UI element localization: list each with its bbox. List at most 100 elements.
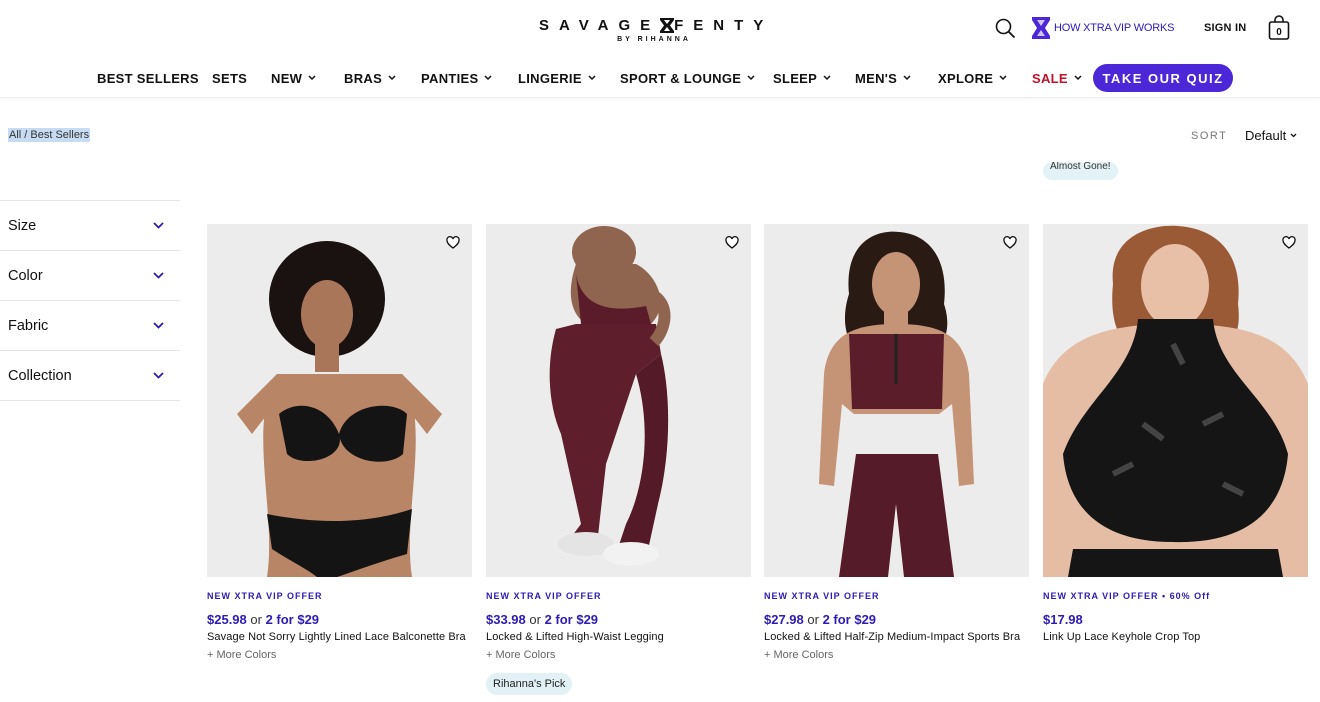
- breadcrumb-all-link[interactable]: All: [9, 129, 21, 141]
- price-value: $17.98: [1043, 612, 1083, 627]
- model-photo: [207, 224, 472, 577]
- price-or: or: [525, 612, 545, 627]
- nav-sport-lounge[interactable]: SPORT & LOUNGE: [620, 64, 755, 92]
- nav-xplore[interactable]: XPLORE: [938, 64, 1007, 92]
- sign-in-link[interactable]: SIGN IN: [1204, 14, 1246, 42]
- offer-label: NEW XTRA VIP OFFER: [764, 591, 880, 601]
- nav-label: BRAS: [344, 70, 383, 86]
- rihannas-pick-badge: Rihanna's Pick: [486, 673, 573, 695]
- nav-label: LINGERIE: [518, 70, 582, 86]
- product-price: $27.98 or 2 for $29: [764, 612, 1029, 627]
- price-deal: 2 for $29: [544, 612, 599, 627]
- filter-color[interactable]: Color: [0, 251, 180, 301]
- product-name[interactable]: Locked & Lifted High-Waist Legging: [486, 632, 751, 643]
- nav-lingerie[interactable]: LINGERIE: [518, 64, 596, 92]
- logo-savage: SAVAGE: [539, 16, 661, 34]
- price-value: $33.98: [486, 612, 526, 627]
- product-price: $17.98: [1043, 612, 1308, 627]
- product-image[interactable]: [764, 224, 1029, 577]
- offer-label: NEW XTRA VIP OFFER: [207, 591, 323, 601]
- chevron-down-icon: [1290, 133, 1297, 138]
- nav-mens[interactable]: MEN'S: [855, 64, 911, 92]
- almost-gone-badge: Almost Gone!: [1043, 162, 1118, 180]
- nav-sleep[interactable]: SLEEP: [773, 64, 831, 92]
- filter-label: Size: [8, 217, 37, 234]
- more-colors-link[interactable]: + More Colors: [207, 649, 472, 661]
- price-deal: 2 for $29: [265, 612, 320, 627]
- main-nav: BEST SELLERS SETS NEW BRAS PANTIES LINGE…: [0, 64, 1320, 92]
- product-card[interactable]: NEW XTRA VIP OFFER • 60% Off $17.98 Link…: [1043, 224, 1308, 643]
- search-icon: [995, 18, 1016, 38]
- nav-label: XPLORE: [938, 70, 994, 86]
- wishlist-heart-icon[interactable]: [725, 236, 739, 249]
- product-card[interactable]: NEW XTRA VIP OFFER $27.98 or 2 for $29 L…: [764, 224, 1029, 661]
- product-image[interactable]: [486, 224, 751, 577]
- breadcrumb: All / Best Sellers: [8, 128, 91, 142]
- filter-fabric[interactable]: Fabric: [0, 301, 180, 351]
- offer-label: NEW XTRA VIP OFFER: [486, 591, 602, 601]
- nav-new[interactable]: NEW: [271, 64, 316, 92]
- nav-label: NEW: [271, 70, 303, 86]
- offer-label: NEW XTRA VIP OFFER • 60% Off: [1043, 591, 1211, 601]
- chevron-down-icon: [153, 222, 164, 229]
- chevron-down-icon: [588, 75, 596, 81]
- price-or: or: [803, 612, 823, 627]
- xtra-vip-logo-icon: [1032, 17, 1050, 39]
- sort-dropdown[interactable]: Default: [1245, 128, 1297, 143]
- take-our-quiz-button[interactable]: TAKE OUR QUIZ: [1093, 64, 1233, 92]
- filter-label: Fabric: [8, 317, 49, 334]
- price-or: or: [246, 612, 266, 627]
- more-colors-link[interactable]: + More Colors: [764, 649, 1029, 661]
- product-name[interactable]: Locked & Lifted Half-Zip Medium-Impact S…: [764, 632, 1029, 643]
- product-name[interactable]: Link Up Lace Keyhole Crop Top: [1043, 632, 1308, 643]
- wishlist-heart-icon[interactable]: [1282, 236, 1296, 249]
- chevron-down-icon: [153, 322, 164, 329]
- nav-label: PANTIES: [421, 70, 479, 86]
- nav-label: BEST SELLERS: [97, 70, 199, 86]
- chevron-down-icon: [823, 75, 831, 81]
- breadcrumb-current: Best Sellers: [30, 129, 90, 141]
- more-colors-link[interactable]: + More Colors: [486, 649, 751, 661]
- product-name[interactable]: Savage Not Sorry Lightly Lined Lace Balc…: [207, 632, 472, 643]
- chevron-down-icon: [388, 75, 396, 81]
- chevron-down-icon: [153, 272, 164, 279]
- search-button[interactable]: [995, 14, 1019, 42]
- wishlist-heart-icon[interactable]: [446, 236, 460, 249]
- product-price: $33.98 or 2 for $29: [486, 612, 751, 627]
- model-photo: [764, 224, 1029, 577]
- nav-label: SETS: [212, 70, 248, 86]
- nav-bras[interactable]: BRAS: [344, 64, 396, 92]
- logo-fenty: FENTY: [674, 16, 774, 34]
- filter-collection[interactable]: Collection: [0, 351, 180, 401]
- nav-label: SPORT & LOUNGE: [620, 70, 742, 86]
- chevron-down-icon: [903, 75, 911, 81]
- model-photo: [1043, 224, 1308, 577]
- nav-best-sellers[interactable]: BEST SELLERS: [97, 64, 199, 92]
- shopping-bag-icon: 0: [1268, 15, 1290, 40]
- product-card[interactable]: NEW XTRA VIP OFFER $33.98 or 2 for $29 L…: [486, 224, 751, 695]
- shopping-bag-button[interactable]: 0: [1268, 14, 1290, 42]
- price-value: $27.98: [764, 612, 804, 627]
- sort-label: SORT: [1191, 130, 1228, 142]
- chevron-down-icon: [308, 75, 316, 81]
- chevron-down-icon: [153, 372, 164, 379]
- product-image[interactable]: [207, 224, 472, 577]
- logo-x-icon: [660, 17, 675, 33]
- nav-panties[interactable]: PANTIES: [421, 64, 493, 92]
- vip-link-label: HOW XTRA VIP WORKS: [1054, 22, 1175, 34]
- filter-label: Collection: [8, 367, 72, 384]
- filter-label: Color: [8, 267, 43, 284]
- price-deal: 2 for $29: [822, 612, 877, 627]
- how-xtra-vip-works-link[interactable]: HOW XTRA VIP WORKS: [1032, 14, 1174, 42]
- wishlist-heart-icon[interactable]: [1003, 236, 1017, 249]
- nav-sale[interactable]: SALE: [1032, 64, 1082, 92]
- filter-size[interactable]: Size: [0, 201, 180, 251]
- bag-count: 0: [1276, 27, 1282, 38]
- product-price: $25.98 or 2 for $29: [207, 612, 472, 627]
- product-image[interactable]: [1043, 224, 1308, 577]
- product-card[interactable]: NEW XTRA VIP OFFER $25.98 or 2 for $29 S…: [207, 224, 472, 661]
- logo-subtitle: BY RIHANNA: [617, 36, 691, 43]
- site-logo[interactable]: SAVAGE FENTY BY RIHANNA: [539, 16, 763, 44]
- price-value: $25.98: [207, 612, 247, 627]
- nav-sets[interactable]: SETS: [212, 64, 247, 92]
